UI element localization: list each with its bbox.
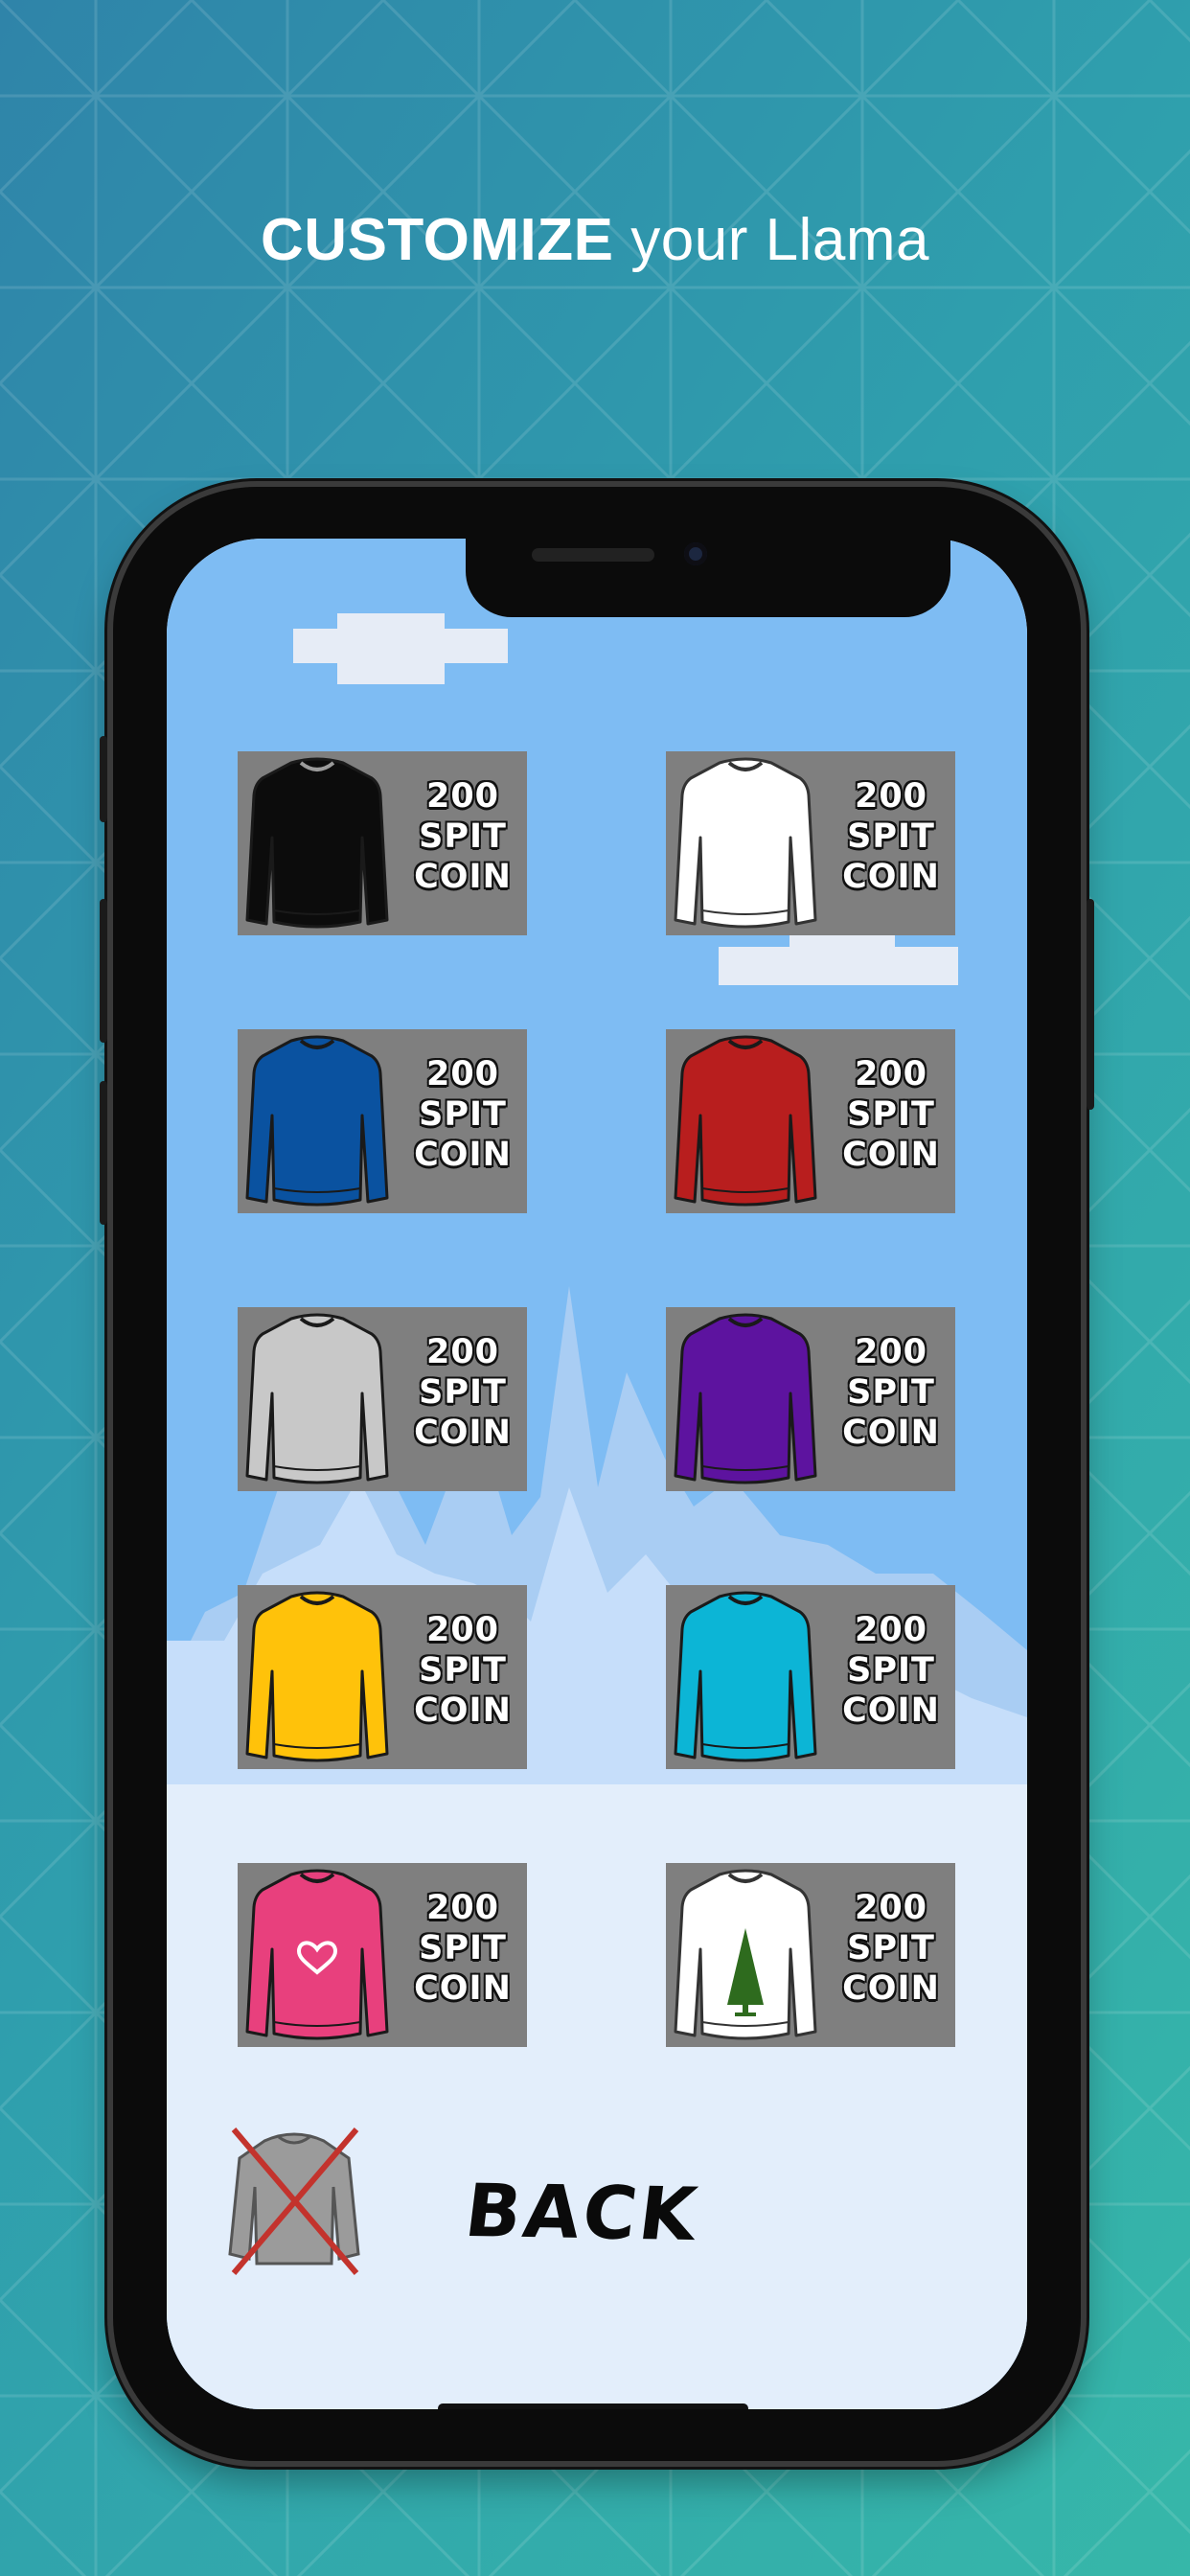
price-label: 200 SPIT COIN <box>406 1888 519 2009</box>
headline-rest: your Llama <box>613 207 929 273</box>
phone-frame: 200 SPIT COIN 200 SPIT COIN 200 SPIT COIN 200 SPIT… <box>100 487 1094 2461</box>
price-line: SPIT <box>419 817 507 856</box>
price-line: SPIT <box>419 1651 507 1690</box>
price-line: COIN <box>842 1414 940 1452</box>
volume-down-button <box>100 1081 107 1225</box>
sweater-icon <box>245 1591 389 1762</box>
price-line: 200 <box>425 1055 500 1093</box>
sweater-icon <box>674 1869 817 2040</box>
price-line: 200 <box>854 1055 928 1093</box>
page-headline: CUSTOMIZE your Llama <box>0 206 1190 274</box>
sweater-icon <box>674 757 817 929</box>
price-line: 200 <box>425 1611 500 1649</box>
sweater-icon <box>245 1869 389 2040</box>
price-line: COIN <box>842 1136 940 1174</box>
price-line: SPIT <box>847 817 935 856</box>
price-line: 200 <box>854 777 928 816</box>
back-button[interactable]: BACK <box>461 2168 704 2257</box>
price-line: 200 <box>854 1889 928 1927</box>
price-line: COIN <box>414 858 512 896</box>
price-line: 200 <box>854 1611 928 1649</box>
price-line: COIN <box>842 1691 940 1730</box>
price-line: COIN <box>414 1414 512 1452</box>
price-line: COIN <box>414 1136 512 1174</box>
price-label: 200 SPIT COIN <box>406 776 519 897</box>
price-label: 200 SPIT COIN <box>835 776 948 897</box>
remove-sweater-button[interactable] <box>226 2120 362 2283</box>
price-line: SPIT <box>847 1651 935 1690</box>
sweater-card-purple-sweater[interactable]: 200 SPIT COIN <box>666 1307 955 1491</box>
mute-switch <box>100 736 107 822</box>
sweater-card-red-sweater[interactable]: 200 SPIT COIN <box>666 1029 955 1213</box>
price-line: COIN <box>414 1969 512 2008</box>
price-label: 200 SPIT COIN <box>406 1332 519 1453</box>
sweater-icon <box>674 1035 817 1207</box>
price-line: COIN <box>842 858 940 896</box>
price-line: 200 <box>425 777 500 816</box>
price-line: SPIT <box>847 1929 935 1967</box>
sweater-card-white-sweater[interactable]: 200 SPIT COIN <box>666 751 955 935</box>
price-label: 200 SPIT COIN <box>835 1332 948 1453</box>
game-screen: 200 SPIT COIN 200 SPIT COIN 200 SPIT COIN 200 SPIT… <box>167 539 1027 2409</box>
price-label: 200 SPIT COIN <box>835 1888 948 2009</box>
price-label: 200 SPIT COIN <box>835 1054 948 1175</box>
sweater-icon <box>245 1313 389 1484</box>
speaker-grille <box>532 548 654 562</box>
price-line: SPIT <box>419 1095 507 1134</box>
price-line: 200 <box>425 1889 500 1927</box>
price-line: 200 <box>425 1333 500 1371</box>
sweater-card-blue-sweater[interactable]: 200 SPIT COIN <box>238 1029 527 1213</box>
price-label: 200 SPIT COIN <box>406 1054 519 1175</box>
sweater-card-gray-sweater[interactable]: 200 SPIT COIN <box>238 1307 527 1491</box>
sweater-card-cyan-sweater[interactable]: 200 SPIT COIN <box>666 1585 955 1769</box>
sweater-card-white-tree-sweater[interactable]: 200 SPIT COIN <box>666 1863 955 2047</box>
price-line: SPIT <box>419 1373 507 1412</box>
sweater-icon <box>245 757 389 929</box>
volume-up-button <box>100 899 107 1043</box>
price-line: COIN <box>414 1691 512 1730</box>
sweater-icon <box>245 1035 389 1207</box>
sweater-card-black-sweater[interactable]: 200 SPIT COIN <box>238 751 527 935</box>
front-camera <box>684 542 707 565</box>
price-label: 200 SPIT COIN <box>406 1610 519 1731</box>
headline-bold: CUSTOMIZE <box>261 207 614 273</box>
price-label: 200 SPIT COIN <box>835 1610 948 1731</box>
price-line: SPIT <box>419 1929 507 1967</box>
sweater-icon <box>674 1591 817 1762</box>
price-line: SPIT <box>847 1095 935 1134</box>
power-button <box>1087 899 1094 1110</box>
sweater-card-yellow-sweater[interactable]: 200 SPIT COIN <box>238 1585 527 1769</box>
sweater-card-pink-heart-sweater[interactable]: 200 SPIT COIN <box>238 1863 527 2047</box>
price-line: SPIT <box>847 1373 935 1412</box>
price-line: 200 <box>854 1333 928 1371</box>
home-indicator <box>438 2404 748 2409</box>
price-line: COIN <box>842 1969 940 2008</box>
no-sweater-icon <box>228 2128 360 2275</box>
sweater-icon <box>674 1313 817 1484</box>
